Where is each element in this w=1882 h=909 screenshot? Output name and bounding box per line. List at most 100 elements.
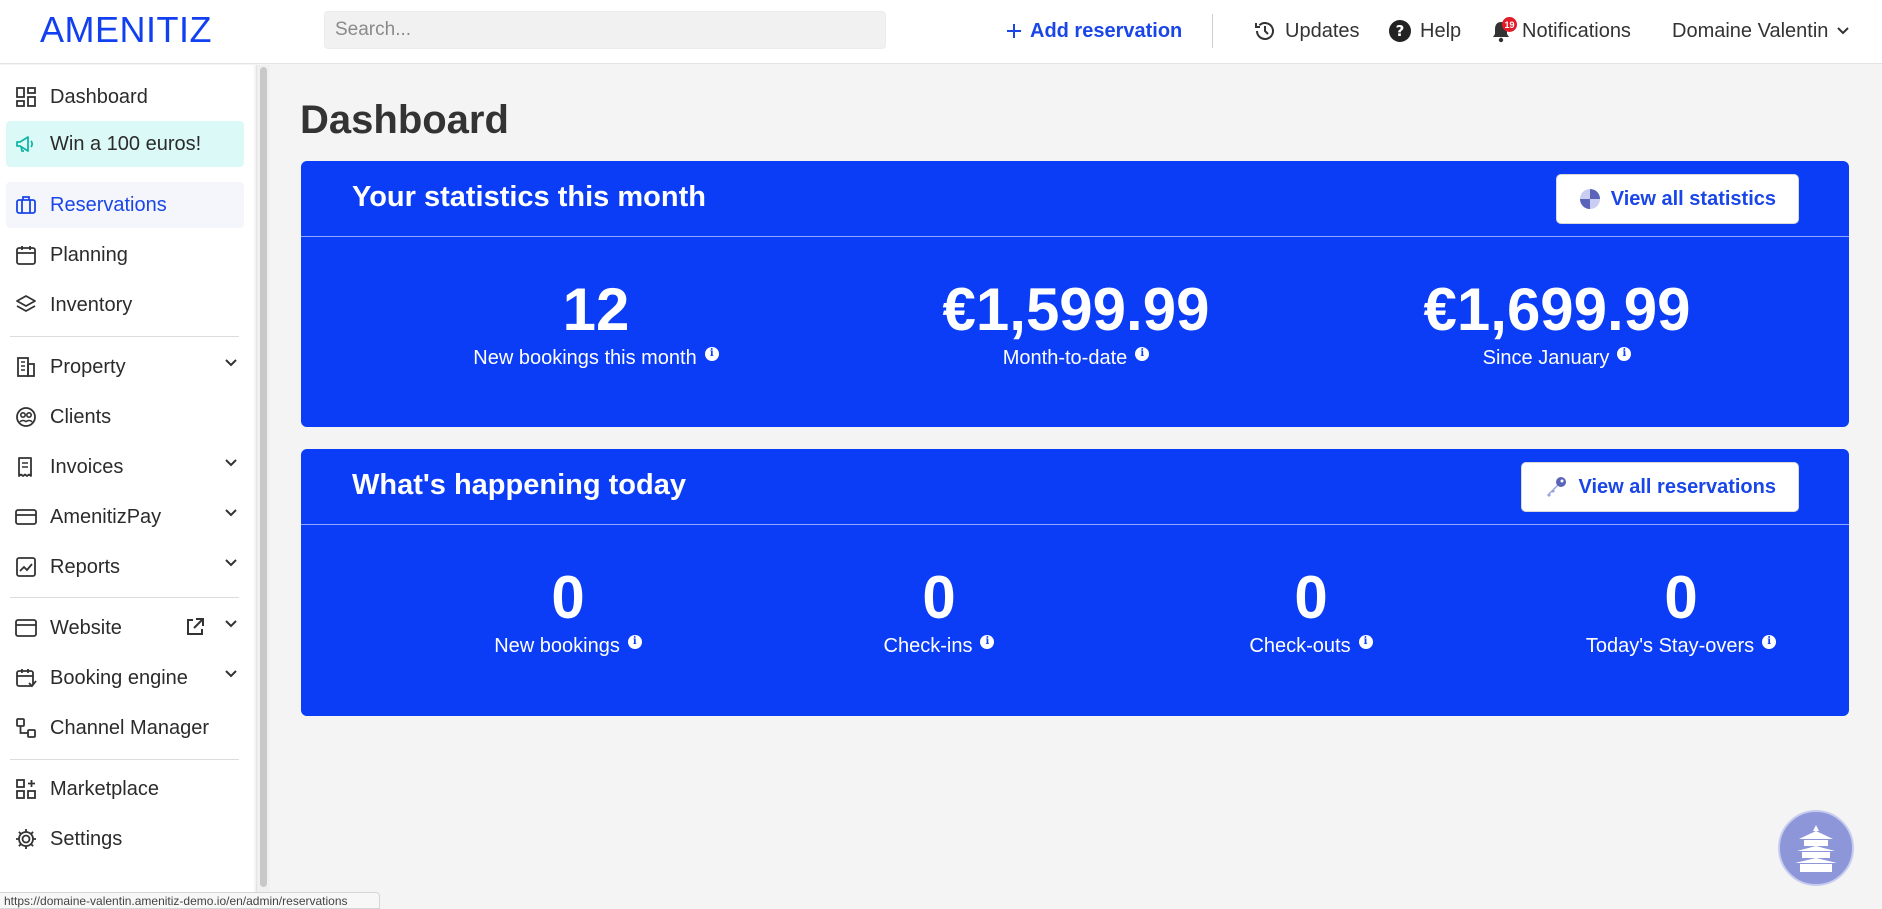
stat-value: €1,599.99	[942, 276, 1210, 343]
bell-icon-wrapper: 19	[1490, 17, 1517, 43]
stat-label: Month-to-date	[1002, 347, 1128, 369]
sidebar-item-settings[interactable]: Settings	[6, 816, 244, 862]
stat-value: 0	[1664, 564, 1698, 631]
info-icon[interactable]: i	[704, 346, 719, 361]
sidebar-item-label: Invoices	[50, 455, 124, 478]
help-label: Help	[1420, 19, 1462, 42]
stat-value: 0	[1294, 564, 1328, 631]
stat-value: 0	[551, 564, 585, 631]
today-row: 0 New bookings i 0 Check-ins i 0 Check-o…	[301, 525, 1849, 713]
view-all-reservations-label: View all reservations	[1578, 475, 1776, 498]
sidebar-item-label: Reservations	[50, 193, 167, 216]
today-panel-header: What's happening today View all reservat…	[301, 449, 1849, 525]
today-panel: What's happening today View all reservat…	[301, 449, 1849, 716]
stat-label-row: New bookings i	[418, 634, 718, 658]
grid-plus-icon	[16, 779, 36, 799]
sidebar-item-reports[interactable]: Reports	[6, 544, 244, 590]
booking-icon	[16, 669, 37, 688]
stat-check-ins: 0 Check-ins i	[789, 563, 1089, 658]
key-icon	[1547, 477, 1567, 497]
stat-label: New bookings	[494, 635, 620, 657]
sidebar-item-label: Planning	[50, 243, 128, 266]
stat-check-outs: 0 Check-outs i	[1161, 563, 1461, 658]
stat-label-row: New bookings this month i	[441, 346, 751, 370]
sidebar-item-inventory[interactable]: Inventory	[6, 282, 244, 328]
sidebar-item-label: Property	[50, 355, 126, 378]
topbar-divider	[1212, 14, 1213, 48]
sidebar-item-invoices[interactable]: Invoices	[6, 444, 244, 490]
info-icon[interactable]: i	[980, 634, 995, 649]
stat-stay-overs: 0 Today's Stay-overs i	[1531, 563, 1831, 658]
sidebar-scrollbar[interactable]	[256, 65, 270, 909]
sidebar-item-label: Reports	[50, 555, 121, 578]
assistant-chat-button[interactable]	[1778, 810, 1854, 886]
sidebar-item-clients[interactable]: Clients	[6, 394, 244, 440]
stat-value: €1,699.99	[1423, 276, 1691, 343]
dashboard-icon	[16, 87, 36, 107]
chevron-down-icon	[225, 459, 237, 467]
sidebar-item-label: Clients	[50, 405, 112, 428]
stat-label-row: Since January i	[1402, 346, 1712, 370]
status-bar-url: https://domaine-valentin.amenitiz-demo.i…	[0, 892, 380, 909]
pagoda-icon	[1795, 825, 1837, 872]
statistics-row: 12 New bookings this month i €1,599.99 M…	[301, 237, 1849, 425]
sidebar-divider	[10, 336, 239, 337]
chart-icon	[16, 557, 36, 577]
clients-icon	[16, 407, 36, 427]
stat-label: Check-outs	[1249, 635, 1351, 657]
sidebar-divider	[10, 759, 239, 760]
view-all-statistics-label: View all statistics	[1610, 187, 1776, 210]
stat-label-row: Month-to-date i	[921, 346, 1231, 370]
sidebar-item-marketplace[interactable]: Marketplace	[6, 766, 244, 812]
add-reservation-button[interactable]: Add reservation	[1006, 14, 1182, 48]
stat-new-bookings-month: 12 New bookings this month i	[441, 275, 751, 370]
notifications-label: Notifications	[1522, 19, 1631, 42]
sidebar-item-label: Booking engine	[50, 666, 188, 689]
sidebar-item-promo[interactable]: Win a 100 euros!	[6, 121, 244, 167]
stat-label-row: Check-ins i	[789, 634, 1089, 658]
updates-button[interactable]: Updates	[1253, 14, 1360, 48]
info-icon[interactable]: i	[1617, 346, 1632, 361]
sidebar-item-label: Marketplace	[50, 777, 159, 800]
sidebar-item-planning[interactable]: Planning	[6, 232, 244, 278]
stat-label: New bookings this month	[473, 347, 697, 369]
statistics-panel: Your statistics this month View all stat…	[301, 161, 1849, 427]
stat-label: Today's Stay-overs	[1585, 635, 1755, 657]
sidebar-item-property[interactable]: Property	[6, 344, 244, 390]
layers-icon	[16, 295, 36, 312]
sidebar-item-amenitizpay[interactable]: AmenitizPay	[6, 494, 244, 540]
gear-icon	[16, 829, 36, 849]
view-all-statistics-button[interactable]: View all statistics	[1555, 174, 1799, 224]
sidebar-item-label: Settings	[50, 827, 123, 850]
view-all-reservations-button[interactable]: View all reservations	[1521, 462, 1799, 512]
page-title: Dashboard	[300, 98, 509, 142]
sidebar-item-booking-engine[interactable]: Booking engine	[6, 655, 244, 701]
notifications-button[interactable]: 19 Notifications	[1490, 14, 1631, 48]
chevron-down-icon	[225, 670, 237, 678]
statistics-panel-title: Your statistics this month	[352, 181, 706, 213]
info-icon[interactable]: i	[1358, 634, 1373, 649]
sidebar-item-dashboard[interactable]: Dashboard	[6, 74, 244, 120]
browser-icon	[15, 619, 37, 637]
sidebar-item-website[interactable]: Website	[6, 605, 244, 651]
sidebar-item-reservations[interactable]: Reservations	[6, 182, 244, 228]
history-icon	[1255, 22, 1274, 40]
account-name: Domaine Valentin	[1672, 19, 1829, 42]
info-icon[interactable]: i	[1762, 634, 1777, 649]
chevron-down-icon	[225, 620, 237, 628]
account-menu[interactable]: Domaine Valentin	[1672, 14, 1850, 48]
help-button[interactable]: ? Help	[1388, 14, 1461, 48]
amenitiz-logo[interactable]: AMENITIZ	[40, 8, 212, 52]
search-input[interactable]	[324, 11, 886, 49]
chevron-down-icon	[225, 359, 237, 367]
plus-icon	[1007, 24, 1021, 38]
stat-value: 0	[922, 564, 956, 631]
sidebar-scrollbar-thumb[interactable]	[260, 67, 267, 887]
info-icon[interactable]: i	[627, 634, 642, 649]
suitcase-icon	[16, 196, 36, 214]
sidebar-item-channel-manager[interactable]: Channel Manager	[6, 705, 244, 751]
notifications-badge: 19	[1502, 17, 1517, 32]
channel-icon	[16, 718, 36, 738]
info-icon[interactable]: i	[1135, 346, 1150, 361]
sidebar: Dashboard Win a 100 euros! Reservations …	[0, 65, 254, 909]
